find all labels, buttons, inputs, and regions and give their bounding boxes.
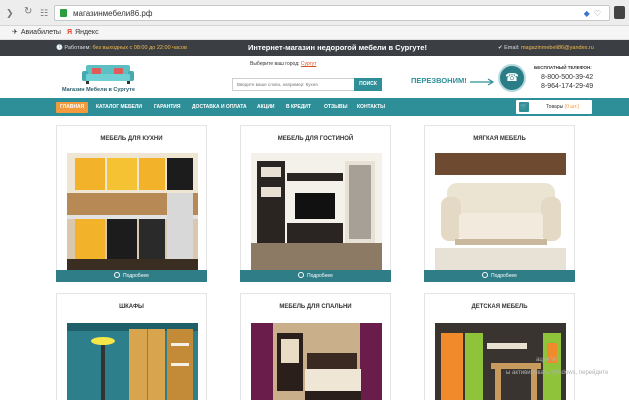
- living-room-image[interactable]: [251, 153, 382, 270]
- sofa-logo-icon[interactable]: [80, 63, 136, 85]
- product-card-wardrobes[interactable]: ШКАФЫ: [56, 293, 207, 400]
- free-call-label: БЕСПЛАТНЫЙ ТЕЛЕФОН:: [534, 65, 592, 70]
- phone-number-1[interactable]: 8-800-500-39-42: [541, 73, 593, 82]
- product-card-soft-furniture[interactable]: МЯГКАЯ МЕБЕЛЬ Подробнее: [424, 125, 575, 282]
- kitchen-image[interactable]: [67, 153, 198, 270]
- callback-label[interactable]: ПЕРЕЗВОНИМ!: [411, 76, 467, 86]
- bookmarks-bar: ✈ Авиабилеты Я Яндекс: [0, 26, 629, 40]
- back-icon[interactable]: ❯: [6, 7, 14, 19]
- nav-delivery[interactable]: ДОСТАВКА И ОПЛАТА: [192, 102, 247, 112]
- bookmark-yandex[interactable]: Я Яндекс: [67, 28, 99, 38]
- logo-text[interactable]: Магазин Мебели в Сургуте: [62, 87, 135, 94]
- site-headline: Интернет-магазин недорогой мебели в Сург…: [248, 43, 427, 52]
- magnifier-icon: [114, 271, 121, 278]
- reload-icon[interactable]: ↻: [24, 6, 32, 18]
- details-button[interactable]: Подробнее: [56, 270, 207, 282]
- shield-icon[interactable]: ◆: [584, 9, 590, 18]
- product-card-bedroom[interactable]: МЕБЕЛЬ ДЛЯ СПАЛЬНИ: [240, 293, 391, 400]
- plane-icon: ✈: [12, 29, 18, 36]
- product-card-kids[interactable]: ДЕТСКАЯ МЕБЕЛЬ: [424, 293, 575, 400]
- nav-catalog[interactable]: КАТАЛОГ МЕБЕЛИ: [96, 102, 142, 112]
- address-bar[interactable]: магазинмебели86.рф ◆ ♡: [54, 5, 610, 21]
- windows-watermark-title: ация W: [536, 357, 557, 363]
- arrow-right-icon: [470, 78, 495, 86]
- magnifier-icon: [482, 271, 489, 278]
- card-title[interactable]: МЕБЕЛЬ ДЛЯ СПАЛЬНИ: [241, 303, 390, 311]
- details-button[interactable]: Подробнее: [240, 270, 391, 282]
- nav-credit[interactable]: В КРЕДИТ: [286, 102, 311, 112]
- browser-toolbar: ❯ ↻ ☷ магазинмебели86.рф ◆ ♡: [0, 0, 629, 26]
- site-header: Магазин Мебели в Сургуте Выберите ваш го…: [0, 56, 629, 98]
- cart-label: Товары (0 шт.): [546, 104, 580, 110]
- heart-icon[interactable]: ♡: [594, 9, 601, 18]
- email-link[interactable]: magazinmebeli86@yandex.ru: [521, 45, 594, 51]
- wardrobe-image[interactable]: [67, 323, 198, 400]
- lock-icon: [60, 9, 67, 17]
- sofa-image[interactable]: [435, 153, 566, 270]
- extension-icon[interactable]: [614, 6, 625, 19]
- grid-icon[interactable]: ☷: [40, 7, 48, 19]
- cart-button[interactable]: 🛒 Товары (0 шт.): [516, 100, 592, 114]
- bookmark-aviabilety[interactable]: ✈ Авиабилеты: [12, 28, 61, 38]
- card-title[interactable]: МЕБЕЛЬ ДЛЯ ГОСТИНОЙ: [241, 135, 390, 143]
- card-title[interactable]: МЕБЕЛЬ ДЛЯ КУХНИ: [57, 135, 206, 143]
- email-info: ✔ Email: magazinmebeli86@yandex.ru: [498, 45, 594, 51]
- card-title[interactable]: ДЕТСКАЯ МЕБЕЛЬ: [425, 303, 574, 311]
- bedroom-image[interactable]: [251, 323, 382, 400]
- details-button[interactable]: Подробнее: [424, 270, 575, 282]
- nav-reviews[interactable]: ОТЗЫВЫ: [324, 102, 347, 112]
- yandex-icon: Я: [67, 29, 73, 36]
- phone-number-2[interactable]: 8-964-174-29-49: [541, 82, 593, 91]
- card-title[interactable]: ШКАФЫ: [57, 303, 206, 311]
- address-icons: ◆ ♡: [584, 8, 601, 19]
- card-title[interactable]: МЯГКАЯ МЕБЕЛЬ: [425, 135, 574, 143]
- windows-watermark: ы активировать Windows, перейдите: [506, 370, 609, 376]
- nav-guarantee[interactable]: ГАРАНТИЯ: [154, 102, 181, 112]
- url-text: магазинмебели86.рф: [73, 9, 153, 18]
- magnifier-icon: [298, 271, 305, 278]
- city-selector: Выберите ваш город: Сургут: [250, 61, 317, 67]
- city-link[interactable]: Сургут: [301, 61, 316, 67]
- search-input[interactable]: [232, 78, 356, 91]
- site-top-strip: 🕒 Работаем: без выходных с 08:00 до 22:0…: [0, 40, 629, 56]
- nav-promotions[interactable]: АКЦИИ: [257, 102, 275, 112]
- main-navigation: ГЛАВНАЯ КАТАЛОГ МЕБЕЛИ ГАРАНТИЯ ДОСТАВКА…: [0, 98, 629, 116]
- product-card-living-room[interactable]: МЕБЕЛЬ ДЛЯ ГОСТИНОЙ Подробнее: [240, 125, 391, 282]
- working-hours: 🕒 Работаем: без выходных с 08:00 до 22:0…: [56, 45, 187, 51]
- product-card-kitchen[interactable]: МЕБЕЛЬ ДЛЯ КУХНИ Подробнее: [56, 125, 207, 282]
- phone-icon[interactable]: ☎: [498, 64, 526, 92]
- search-button[interactable]: ПОИСК: [354, 78, 382, 91]
- cart-icon: 🛒: [519, 102, 529, 112]
- nav-contacts[interactable]: КОНТАКТЫ: [357, 102, 385, 112]
- nav-home[interactable]: ГЛАВНАЯ: [56, 102, 89, 113]
